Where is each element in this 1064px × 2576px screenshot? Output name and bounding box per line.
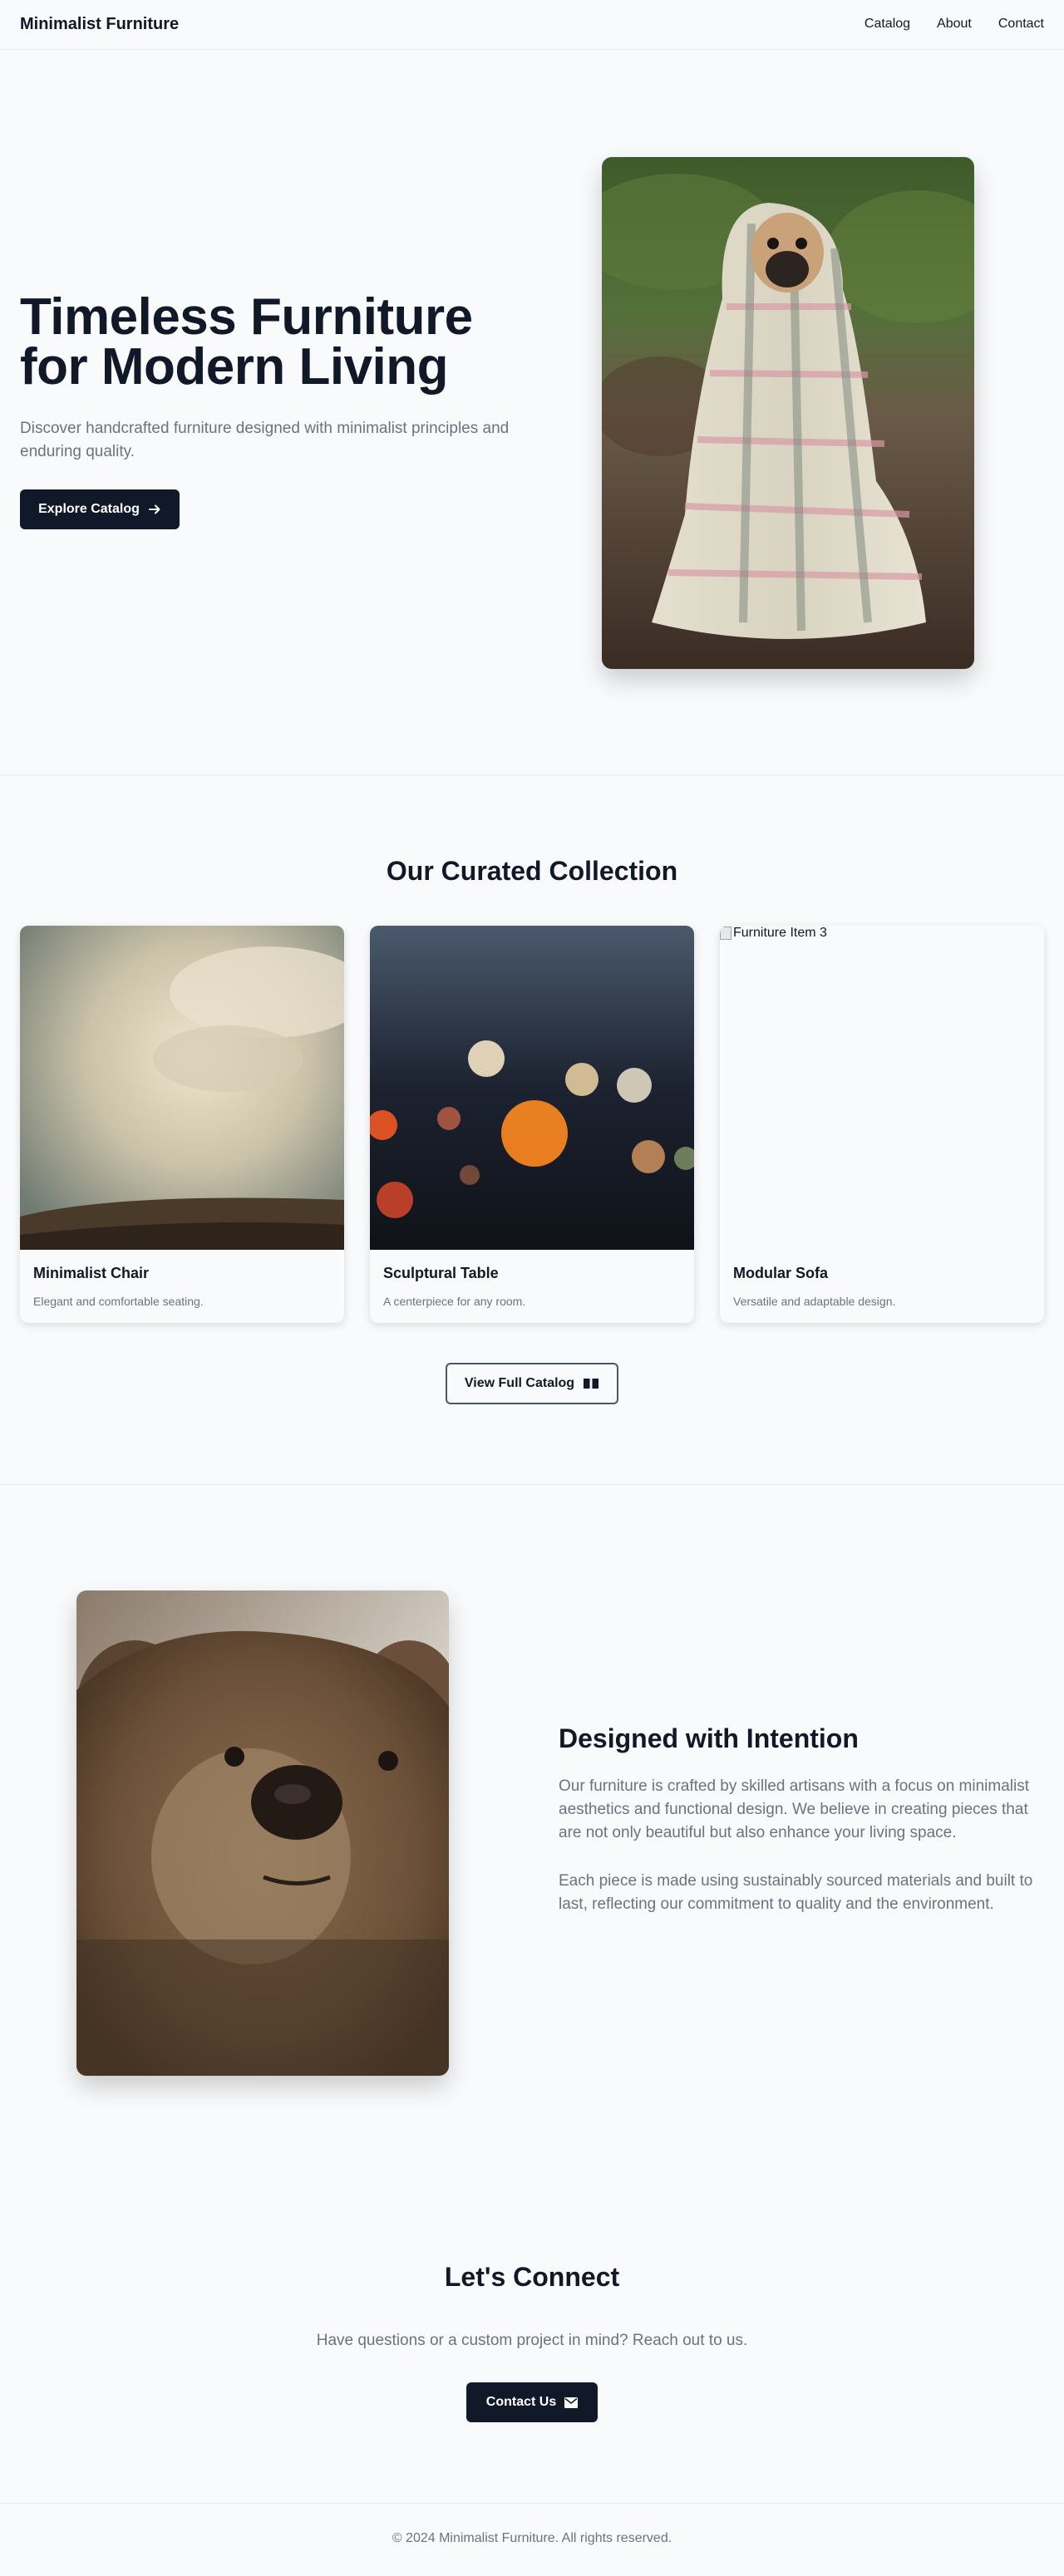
product-name: Sculptural Table	[383, 1265, 499, 1281]
footer-divider	[0, 2503, 1064, 2504]
about-paragraph: Our furniture is crafted by skilled arti…	[559, 1777, 1029, 1841]
hero-title-line-1: Timeless Furniture	[20, 288, 473, 346]
contact-us-label: Contact Us	[485, 2395, 557, 2409]
about-image-bear	[76, 1590, 449, 2076]
hero-subtitle: Discover handcrafted furniture designed …	[20, 420, 510, 460]
contact-title: Let's Connect	[444, 2262, 620, 2292]
broken-image-placeholder: Furniture Item 3	[720, 926, 827, 941]
contact-us-button[interactable]: Contact Us	[466, 2382, 598, 2422]
arrow-right-icon	[148, 503, 161, 516]
nav-catalog-link[interactable]: Catalog	[864, 17, 910, 32]
envelope-icon	[564, 2397, 579, 2408]
explore-catalog-label: Explore Catalog	[38, 502, 140, 516]
nav-contact-link[interactable]: Contact	[998, 17, 1044, 32]
view-full-catalog-button[interactable]: View Full Catalog	[446, 1363, 618, 1404]
product-image-bokeh	[370, 926, 694, 1250]
collection-title: Our Curated Collection	[386, 856, 678, 886]
view-catalog-label: View Full Catalog	[464, 1376, 575, 1390]
footer-copyright: © 2024 Minimalist Furniture. All rights …	[392, 2531, 672, 2545]
product-description: Versatile and adaptable design.	[733, 1295, 896, 1308]
brand-logo[interactable]: Minimalist Furniture	[20, 15, 179, 34]
image-alt-text: Furniture Item 3	[733, 926, 827, 940]
product-card[interactable]: Furniture Item 3 Modular Sofa Versatile …	[720, 926, 1044, 1323]
product-card[interactable]: Minimalist Chair Elegant and comfortable…	[20, 926, 344, 1323]
product-description: Elegant and comfortable seating.	[33, 1295, 204, 1308]
hero-title-line-2: for Modern Living	[20, 338, 449, 396]
product-card[interactable]: Sculptural Table A centerpiece for any r…	[370, 926, 694, 1323]
book-open-icon	[583, 1378, 599, 1389]
site-header: Minimalist Furniture Catalog About Conta…	[0, 0, 1064, 50]
about-paragraph: Each piece is made using sustainably sou…	[559, 1872, 1033, 1913]
main-nav: Catalog About Contact	[864, 17, 1044, 32]
product-image-sky	[20, 926, 344, 1250]
broken-image-icon	[720, 927, 732, 940]
product-name: Modular Sofa	[733, 1265, 829, 1281]
explore-catalog-button[interactable]: Explore Catalog	[20, 489, 180, 529]
about-title: Designed with Intention	[559, 1723, 859, 1753]
contact-subtitle: Have questions or a custom project in mi…	[316, 2332, 748, 2349]
hero-image-pug	[602, 157, 974, 669]
hero-title: Timeless Furniture for Modern Living	[20, 292, 552, 393]
product-description: A centerpiece for any room.	[383, 1295, 526, 1308]
product-image-broken: Furniture Item 3	[720, 926, 1044, 1250]
nav-about-link[interactable]: About	[937, 17, 972, 32]
section-divider	[0, 1484, 1064, 1485]
section-divider	[0, 774, 1064, 775]
product-name: Minimalist Chair	[33, 1265, 150, 1281]
